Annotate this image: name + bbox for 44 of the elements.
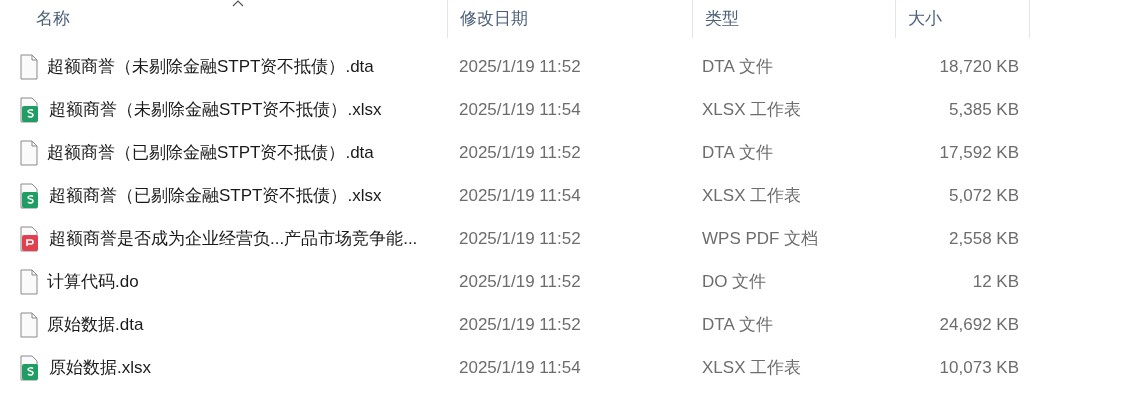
file-size: 17,592 KB [939, 141, 1019, 164]
file-size: 2,558 KB [949, 227, 1019, 250]
file-type: DTA 文件 [702, 56, 773, 76]
modified-date: 2025/1/19 11:54 [459, 99, 581, 119]
modified-date: 2025/1/19 11:52 [459, 228, 581, 248]
file-name[interactable]: 超额商誉（已剔除金融STPT资不抵债）.dta [47, 139, 374, 166]
file-type: DTA 文件 [702, 142, 773, 162]
file-size: 18,720 KB [939, 55, 1019, 78]
column-header[interactable]: 名称 [36, 6, 70, 32]
file-name[interactable]: 超额商誉是否成为企业经营负...产品市场竞争能... [49, 225, 418, 252]
file-name[interactable]: 原始数据.xlsx [49, 354, 151, 381]
column-header[interactable]: 修改日期 [460, 6, 528, 32]
file-name[interactable]: 超额商誉（未剔除金融STPT资不抵债）.dta [47, 53, 374, 80]
modified-date: 2025/1/19 11:54 [459, 185, 581, 205]
file-name[interactable]: 计算代码.do [47, 268, 139, 295]
file-size: 5,072 KB [949, 184, 1019, 207]
document-icon [20, 268, 38, 295]
document-icon [20, 139, 38, 166]
file-size: 12 KB [972, 270, 1019, 293]
modified-date: 2025/1/19 11:52 [459, 314, 581, 334]
file-size: 10,073 KB [939, 356, 1019, 379]
file-type: XLSX 工作表 [702, 185, 802, 205]
file-type: DTA 文件 [702, 314, 773, 334]
file-name[interactable]: 超额商誉（未剔除金融STPT资不抵债）.xlsx [49, 96, 382, 123]
pdf-icon [20, 225, 40, 252]
file-size: 24,692 KB [939, 313, 1019, 336]
spreadsheet-icon [20, 182, 40, 209]
file-type: DO 文件 [702, 271, 767, 291]
document-icon [20, 311, 38, 338]
modified-date: 2025/1/19 11:52 [459, 271, 581, 291]
column-header[interactable]: 大小 [908, 6, 942, 32]
document-icon [20, 53, 38, 80]
file-size: 5,385 KB [949, 98, 1019, 121]
file-type: WPS PDF 文档 [702, 228, 819, 248]
file-type: XLSX 工作表 [702, 99, 802, 119]
modified-date: 2025/1/19 11:52 [459, 142, 581, 162]
spreadsheet-icon [20, 354, 40, 381]
file-name[interactable]: 原始数据.dta [47, 311, 144, 338]
file-name[interactable]: 超额商誉（已剔除金融STPT资不抵债）.xlsx [49, 182, 382, 209]
modified-date: 2025/1/19 11:52 [459, 56, 581, 76]
file-type: XLSX 工作表 [702, 357, 802, 377]
modified-date: 2025/1/19 11:54 [459, 357, 581, 377]
spreadsheet-icon [20, 96, 40, 123]
column-header[interactable]: 类型 [705, 6, 739, 32]
